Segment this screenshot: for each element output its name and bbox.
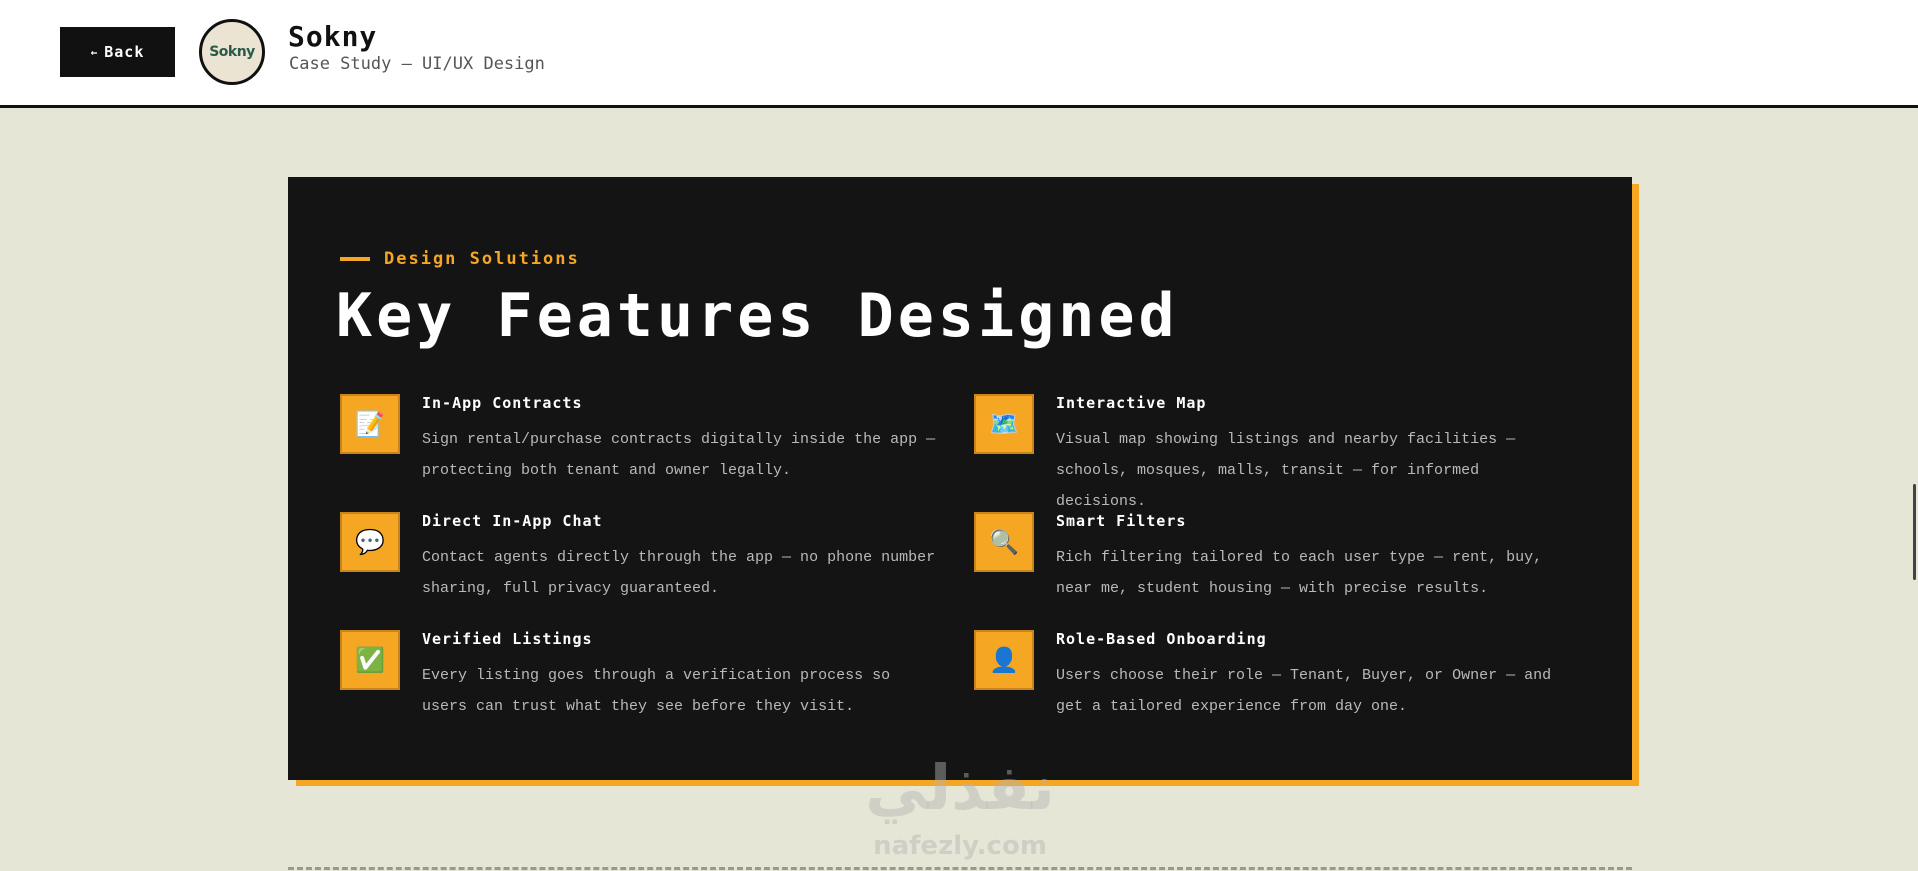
feature-title: Verified Listings [422, 630, 593, 648]
section-divider [288, 867, 1632, 870]
back-button[interactable]: ← Back [60, 27, 175, 77]
checkmark-icon: ✅ [340, 630, 400, 690]
feature-description: Sign rental/purchase contracts digitally… [422, 431, 936, 479]
brand-subtitle: Case Study — UI/UX Design [289, 54, 545, 74]
feature-description: Users choose their role — Tenant, Buyer,… [1056, 667, 1552, 715]
feature-title: Interactive Map [1056, 394, 1207, 412]
contract-icon: 📝 [340, 394, 400, 454]
watermark: نفذلي nafezly.com [820, 748, 1100, 868]
back-button-label: Back [104, 43, 145, 61]
feature-interactive-map: 🗺️ Interactive Map Visual map showing li… [974, 394, 1554, 510]
eyebrow-label: Design Solutions [384, 249, 580, 269]
feature-title: In-App Contracts [422, 394, 583, 412]
feature-verified-listings: ✅ Verified Listings Every listing goes t… [340, 630, 920, 730]
eyebrow-line [340, 257, 370, 261]
feature-role-onboarding: 👤 Role-Based Onboarding Users choose the… [974, 630, 1554, 730]
user-icon: 👤 [974, 630, 1034, 690]
feature-description: Rich filtering tailored to each user typ… [1056, 549, 1543, 597]
watermark-url: nafezly.com [873, 831, 1047, 861]
logo-text: Sokny [209, 44, 255, 60]
brand-name: Sokny [288, 20, 378, 53]
brand-logo: Sokny [199, 19, 265, 85]
chat-icon: 💬 [340, 512, 400, 572]
watermark-logo: نفذلي [865, 751, 1055, 824]
feature-title: Smart Filters [1056, 512, 1187, 530]
feature-direct-chat: 💬 Direct In-App Chat Contact agents dire… [340, 512, 935, 612]
section-eyebrow: Design Solutions [340, 249, 580, 269]
feature-in-app-contracts: 📝 In-App Contracts Sign rental/purchase … [340, 394, 935, 494]
scrollbar-thumb[interactable] [1913, 484, 1916, 580]
feature-description: Visual map showing listings and nearby f… [1056, 431, 1516, 510]
section-title: Key Features Designed [336, 281, 1179, 351]
feature-title: Direct In-App Chat [422, 512, 603, 530]
back-arrow-icon: ← [90, 45, 99, 59]
top-header: ← Back Sokny Sokny Case Study — UI/UX De… [0, 0, 1918, 108]
feature-description: Every listing goes through a verificatio… [422, 667, 891, 715]
feature-description: Contact agents directly through the app … [422, 549, 936, 597]
search-icon: 🔍 [974, 512, 1034, 572]
feature-smart-filters: 🔍 Smart Filters Rich filtering tailored … [974, 512, 1554, 612]
map-icon: 🗺️ [974, 394, 1034, 454]
feature-title: Role-Based Onboarding [1056, 630, 1267, 648]
features-card: Design Solutions Key Features Designed 📝… [288, 177, 1632, 780]
